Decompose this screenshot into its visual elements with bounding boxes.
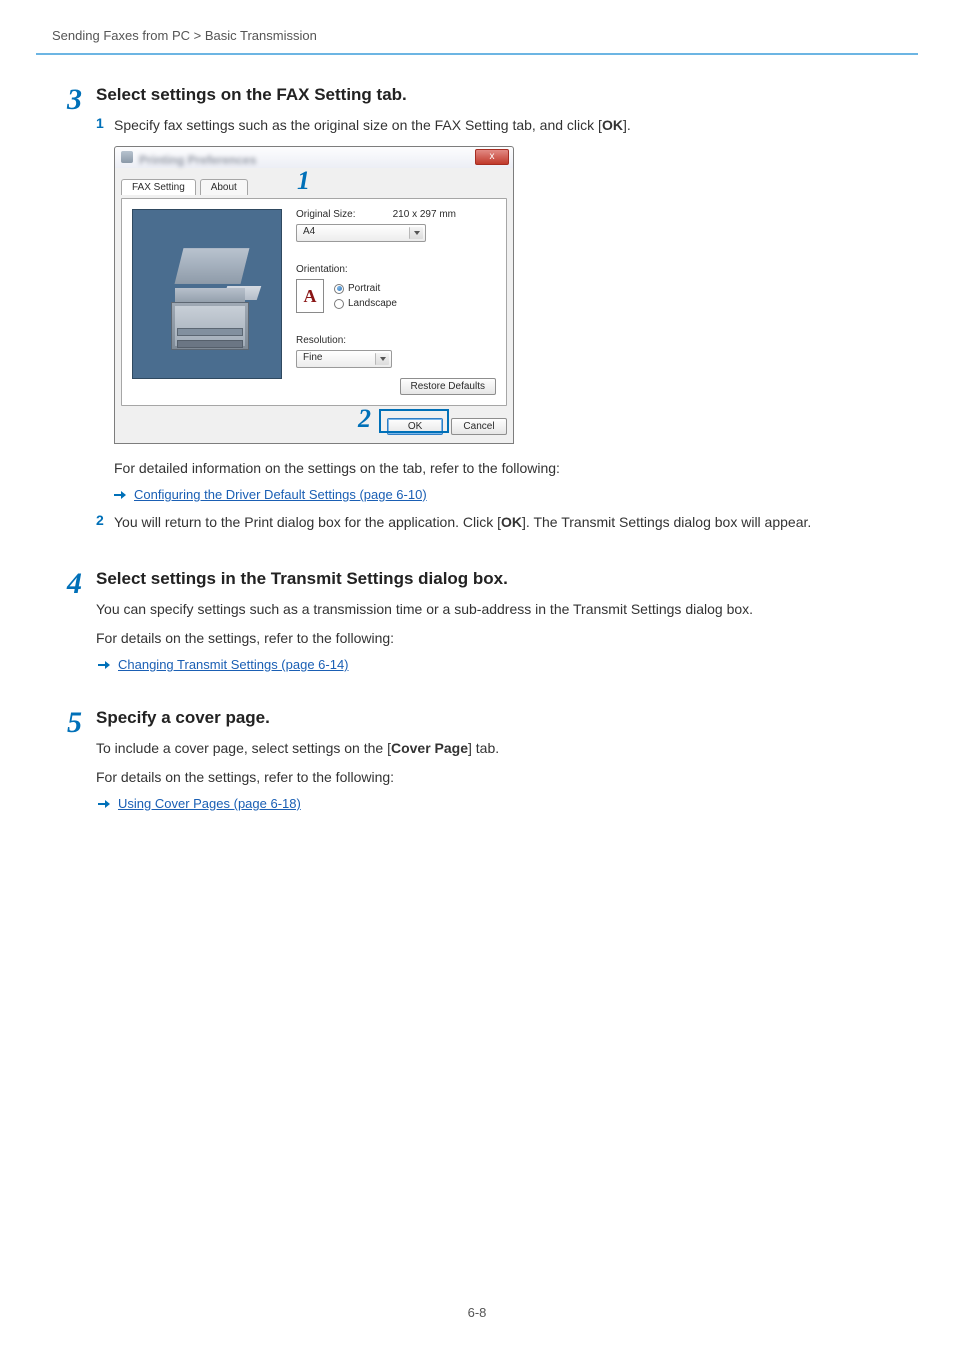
orientation-label: Orientation:	[296, 264, 348, 275]
step-4: 4 Select settings in the Transmit Settin…	[52, 569, 902, 682]
chevron-down-icon	[375, 353, 389, 365]
arrow-right-icon	[114, 490, 126, 500]
dialog-body: FAX Setting About 1	[114, 168, 514, 444]
device-preview	[132, 209, 282, 379]
dialog-titlebar: Printing Preferences x	[114, 146, 514, 168]
text-bold: OK	[501, 514, 522, 530]
link-cover-pages[interactable]: Using Cover Pages (page 6-18)	[118, 796, 301, 811]
printer-mid	[175, 288, 245, 302]
cancel-button[interactable]: Cancel	[451, 418, 507, 435]
step-3-sub-1: 1 Specify fax settings such as the origi…	[96, 115, 902, 136]
radio-portrait[interactable]: Portrait	[334, 283, 397, 294]
tab-about[interactable]: About	[200, 179, 248, 195]
substep-number: 2	[96, 512, 114, 533]
page-number: 6-8	[0, 1305, 954, 1320]
printer-illustration	[163, 240, 258, 350]
original-size-dropdown[interactable]: A4	[296, 224, 426, 242]
step-5-p2: For details on the settings, refer to th…	[96, 767, 902, 788]
orientation-icon: A	[296, 279, 324, 313]
step-3-sub-2: 2 You will return to the Print dialog bo…	[96, 512, 902, 533]
text-post: ].	[623, 117, 631, 133]
settings-column: Original Size: 210 x 297 mm A4 Orientati…	[296, 209, 496, 395]
printer-cassette-line	[177, 328, 243, 336]
text-post: ]. The Transmit Settings dialog box will…	[522, 514, 811, 530]
arrow-right-icon	[98, 660, 110, 670]
link-transmit-settings[interactable]: Changing Transmit Settings (page 6-14)	[118, 657, 349, 672]
step-5-body: Specify a cover page. To include a cover…	[96, 708, 902, 821]
radio-dot	[334, 299, 344, 309]
link-row-transmit: Changing Transmit Settings (page 6-14)	[98, 657, 902, 672]
link-row-driver-defaults: Configuring the Driver Default Settings …	[114, 487, 902, 502]
step-5: 5 Specify a cover page. To include a cov…	[52, 708, 902, 821]
resolution-label: Resolution:	[296, 335, 346, 346]
arrow-right-icon	[98, 799, 110, 809]
portrait-label: Portrait	[348, 283, 380, 294]
tab-fax-setting[interactable]: FAX Setting	[121, 179, 196, 195]
radio-dot-selected	[334, 284, 344, 294]
info-after-image: For detailed information on the settings…	[114, 458, 902, 479]
dialog-title-blur: Printing Preferences	[139, 151, 269, 164]
step-5-title: Specify a cover page.	[96, 708, 902, 728]
original-size-label: Original Size:	[296, 209, 355, 220]
orientation-radios: Portrait Landscape	[334, 283, 397, 309]
titlebar-printer-icon	[121, 151, 133, 163]
substep-text: Specify fax settings such as the origina…	[114, 115, 902, 136]
printer-cassette	[177, 340, 243, 348]
panel-footer: Restore Defaults	[296, 368, 496, 395]
resolution-value: Fine	[303, 352, 322, 363]
fax-setting-dialog: Printing Preferences x FAX Setting About…	[114, 146, 514, 444]
text-pre: You will return to the Print dialog box …	[114, 514, 501, 530]
chevron-down-icon	[409, 227, 423, 239]
link-row-cover: Using Cover Pages (page 6-18)	[98, 796, 902, 811]
ok-button[interactable]: OK	[387, 418, 443, 435]
step-3: 3 Select settings on the FAX Setting tab…	[52, 85, 902, 543]
radio-landscape[interactable]: Landscape	[334, 298, 397, 309]
printer-adf	[175, 248, 250, 284]
link-driver-defaults[interactable]: Configuring the Driver Default Settings …	[134, 487, 427, 502]
step-4-title: Select settings in the Transmit Settings…	[96, 569, 902, 589]
step-4-p1: You can specify settings such as a trans…	[96, 599, 902, 620]
callout-marker-2: 2	[358, 404, 371, 434]
substep-number: 1	[96, 115, 114, 136]
settings-panel: Original Size: 210 x 297 mm A4 Orientati…	[121, 198, 507, 406]
close-button[interactable]: x	[475, 149, 509, 165]
text-post: ] tab.	[468, 740, 499, 756]
text-pre: Specify fax settings such as the origina…	[114, 117, 602, 133]
orientation-row: A Portrait Landscape	[296, 279, 496, 313]
step-number-4: 4	[52, 569, 96, 682]
restore-defaults-button[interactable]: Restore Defaults	[400, 378, 496, 395]
text-pre: To include a cover page, select settings…	[96, 740, 391, 756]
text-bold: OK	[602, 117, 623, 133]
step-5-p1: To include a cover page, select settings…	[96, 738, 902, 759]
step-4-body: Select settings in the Transmit Settings…	[96, 569, 902, 682]
breadcrumb: Sending Faxes from PC > Basic Transmissi…	[0, 0, 954, 53]
content-area: 3 Select settings on the FAX Setting tab…	[0, 55, 954, 821]
step-3-title: Select settings on the FAX Setting tab.	[96, 85, 902, 105]
step-3-body: Select settings on the FAX Setting tab. …	[96, 85, 902, 543]
step-number-3: 3	[52, 85, 96, 543]
substep-text: You will return to the Print dialog box …	[114, 512, 902, 533]
callout-marker-1: 1	[297, 166, 310, 196]
step-4-p2: For details on the settings, refer to th…	[96, 628, 902, 649]
text-bold: Cover Page	[391, 740, 468, 756]
original-size-dimensions: 210 x 297 mm	[393, 209, 456, 220]
original-size-value: A4	[303, 226, 315, 237]
resolution-dropdown[interactable]: Fine	[296, 350, 392, 368]
tabs-row: FAX Setting About 1	[121, 174, 507, 198]
landscape-label: Landscape	[348, 298, 397, 309]
step-number-5: 5	[52, 708, 96, 821]
dialog-footer: 2 OK Cancel	[121, 406, 507, 435]
